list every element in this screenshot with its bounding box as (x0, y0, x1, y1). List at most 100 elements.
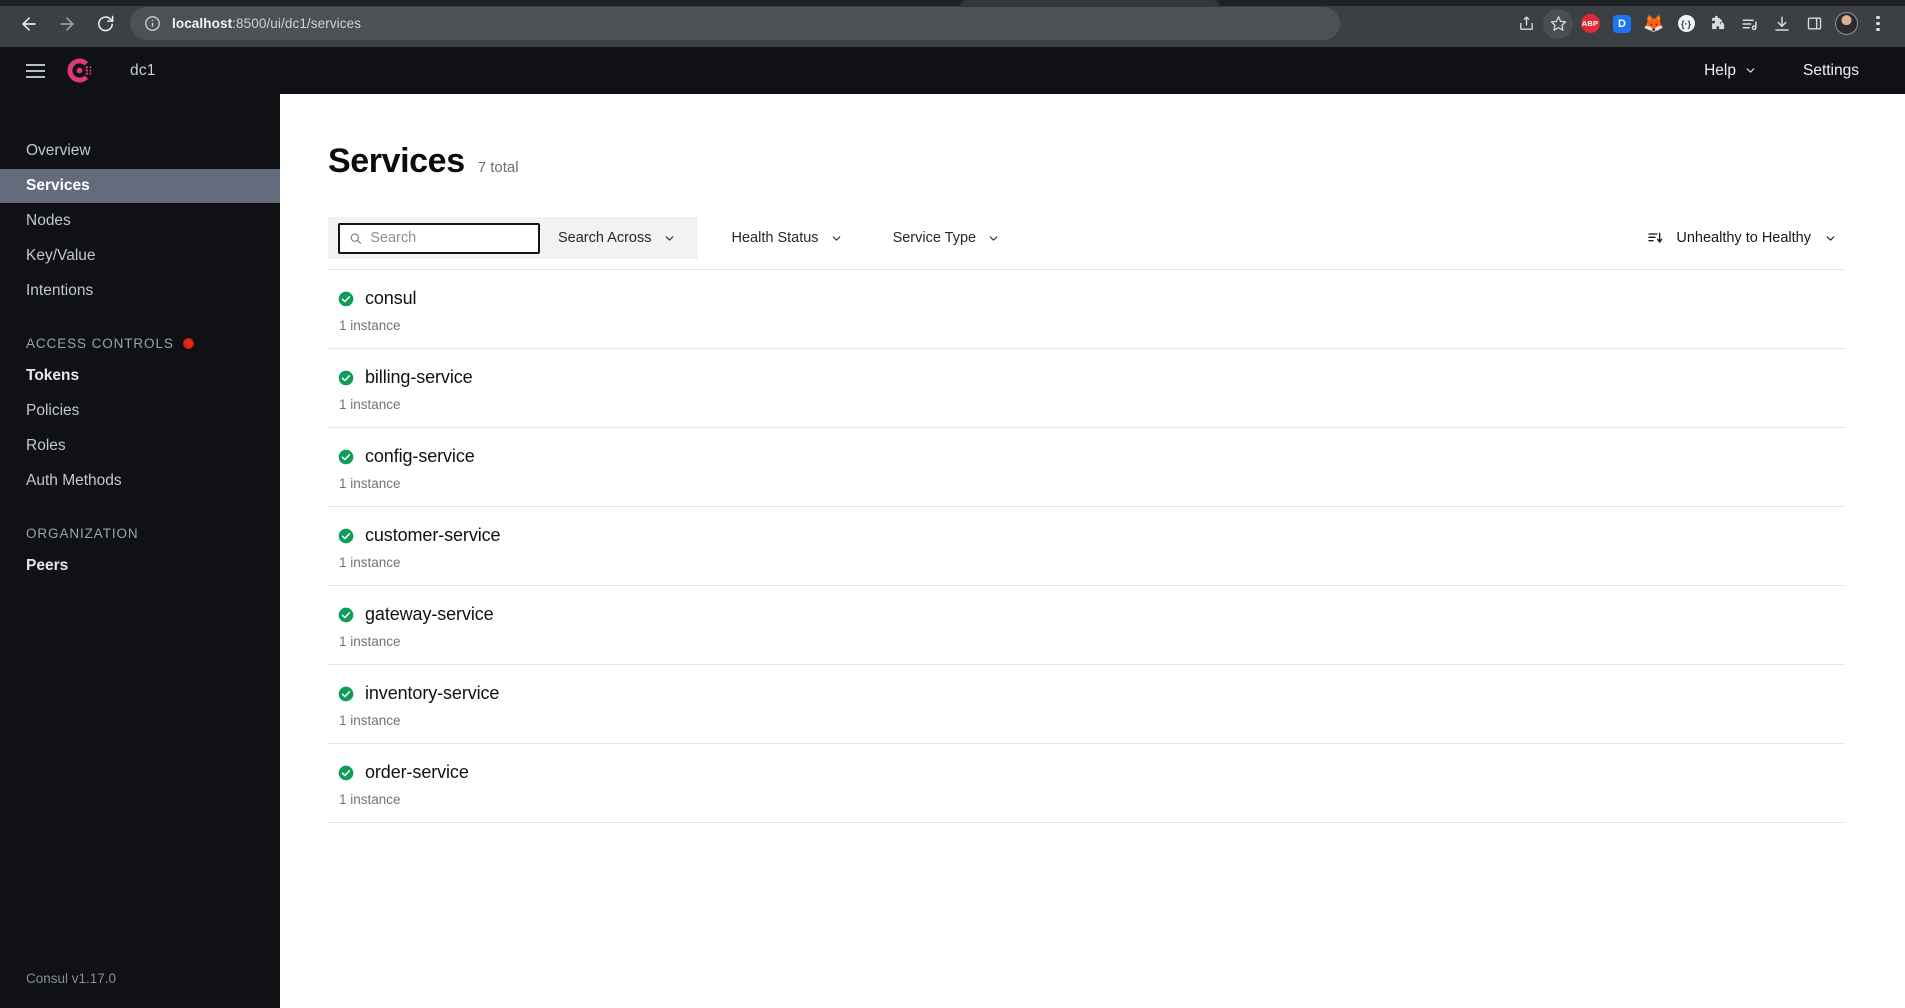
service-type-dropdown[interactable]: Service Type (877, 217, 1017, 259)
consul-logo-icon[interactable] (63, 54, 96, 87)
avatar-icon (1834, 12, 1858, 35)
star-icon (1550, 16, 1566, 31)
datacenter-label[interactable]: dc1 (130, 62, 156, 80)
service-instance-count: 1 instance (339, 555, 401, 570)
downloads-button[interactable] (1767, 9, 1797, 39)
service-instance-count: 1 instance (339, 792, 401, 807)
service-list-item-billing-service[interactable]: billing-service 1 instance (328, 349, 1845, 428)
service-instance-count: 1 instance (339, 713, 401, 728)
dashlane-icon: D (1613, 14, 1631, 33)
three-dot-menu-icon (1876, 16, 1880, 31)
sort-dropdown[interactable]: Unhealthy to Healthy (1647, 230, 1845, 246)
settings-label: Settings (1802, 61, 1859, 79)
service-list: consul 1 instance billing-service 1 inst… (328, 269, 1845, 823)
service-name: inventory-service (365, 683, 500, 703)
sidebar-section-organization: ORGANIZATION (0, 526, 280, 541)
extension-dashlane-button[interactable]: D (1607, 9, 1637, 39)
sort-descending-icon (1648, 232, 1663, 243)
service-count-label: 7 total (477, 159, 519, 176)
sidebar-item-nodes[interactable]: Nodes (0, 204, 280, 238)
sidebar-item-label: Policies (26, 402, 80, 419)
sidebar-item-label: Auth Methods (26, 472, 122, 489)
service-name: consul (365, 288, 417, 308)
hamburger-menu-icon[interactable] (26, 63, 45, 78)
sidebar-item-key-value[interactable]: Key/Value (0, 239, 280, 273)
share-icon (1519, 16, 1533, 30)
extension-circle-button[interactable]: {·} (1671, 9, 1701, 39)
bookmark-button[interactable] (1543, 8, 1573, 39)
download-icon (1775, 16, 1789, 31)
search-across-label: Search Across (558, 230, 652, 246)
reload-button[interactable] (88, 7, 122, 41)
chevron-down-icon (1826, 235, 1835, 241)
sidebar-item-label: Peers (26, 557, 69, 574)
browser-tab[interactable] (960, 0, 1220, 7)
side-panel-icon (1807, 17, 1821, 30)
service-type-label: Service Type (892, 230, 977, 246)
settings-link[interactable]: Settings (1803, 62, 1859, 80)
service-list-item-gateway-service[interactable]: gateway-service 1 instance (328, 586, 1845, 665)
sidebar-item-label: Roles (26, 437, 66, 454)
reading-list-button[interactable] (1735, 9, 1765, 39)
address-bar[interactable]: localhost:8500/ui/dc1/services (130, 7, 1340, 40)
url-host: localhost (172, 16, 233, 31)
service-list-item-inventory-service[interactable]: inventory-service 1 instance (328, 665, 1845, 744)
help-menu[interactable]: Help (1704, 62, 1757, 80)
sidebar-item-auth-methods[interactable]: Auth Methods (0, 464, 280, 498)
check-circle-icon (338, 370, 354, 385)
tab-strip (0, 0, 1905, 6)
health-status-dropdown[interactable]: Health Status (716, 217, 859, 259)
browser-actions: ABP D 🦊 {·} (1511, 8, 1893, 39)
chevron-down-icon (989, 235, 998, 241)
consul-version-label: Consul v1.17.0 (26, 971, 117, 986)
extension-adblock-button[interactable]: ABP (1575, 9, 1605, 39)
sidebar-item-tokens[interactable]: Tokens (0, 359, 280, 393)
extension-fox-button[interactable]: 🦊 (1639, 9, 1669, 39)
adblock-icon: ABP (1580, 14, 1600, 33)
service-list-item-consul[interactable]: consul 1 instance (328, 270, 1845, 349)
profile-button[interactable] (1831, 9, 1861, 39)
info-circle-icon (145, 16, 160, 31)
service-name-line: config-service (338, 446, 1845, 467)
search-input-wrapper[interactable] (338, 222, 540, 254)
sidebar-item-label: Key/Value (26, 247, 96, 264)
share-button[interactable] (1511, 9, 1541, 39)
extensions-button[interactable] (1703, 9, 1733, 39)
sidebar-item-services[interactable]: Services (0, 169, 280, 203)
browser-chrome: localhost:8500/ui/dc1/services ABP D 🦊 {… (0, 0, 1905, 47)
url-text: localhost:8500/ui/dc1/services (172, 16, 361, 31)
check-circle-icon (338, 528, 354, 543)
service-list-item-config-service[interactable]: config-service 1 instance (328, 428, 1845, 507)
forward-button[interactable] (50, 7, 84, 41)
check-circle-icon (338, 449, 354, 464)
help-label: Help (1704, 61, 1736, 79)
service-name-line: order-service (338, 762, 1845, 783)
sidebar-item-intentions[interactable]: Intentions (0, 274, 280, 308)
puzzle-piece-icon (1711, 15, 1724, 30)
service-name: gateway-service (365, 604, 494, 624)
check-circle-icon (338, 291, 354, 306)
side-panel-button[interactable] (1799, 9, 1829, 39)
sidebar-item-peers[interactable]: Peers (0, 549, 280, 583)
service-name: customer-service (365, 525, 501, 545)
service-name: config-service (365, 446, 475, 466)
search-input[interactable] (370, 230, 529, 246)
service-list-item-customer-service[interactable]: customer-service 1 instance (328, 507, 1845, 586)
sidebar-item-policies[interactable]: Policies (0, 394, 280, 428)
browser-menu-button[interactable] (1863, 9, 1893, 39)
service-instance-count: 1 instance (339, 476, 401, 491)
service-list-item-order-service[interactable]: order-service 1 instance (328, 744, 1845, 823)
sidebar-item-overview[interactable]: Overview (0, 134, 280, 168)
chevron-down-icon (665, 235, 673, 241)
service-name-line: consul (338, 288, 1845, 309)
service-name-line: customer-service (338, 525, 1845, 546)
back-button[interactable] (12, 7, 46, 41)
reading-list-icon (1742, 19, 1757, 30)
filter-bar: Search Across Health Status Service Type (328, 217, 1845, 259)
search-across-dropdown[interactable]: Search Across (548, 217, 698, 259)
sidebar-item-roles[interactable]: Roles (0, 429, 280, 463)
page-title: Services (328, 142, 465, 180)
top-navbar: Help Settings (280, 47, 1905, 94)
search-group: Search Across (328, 217, 698, 259)
chevron-down-icon (1746, 68, 1755, 73)
